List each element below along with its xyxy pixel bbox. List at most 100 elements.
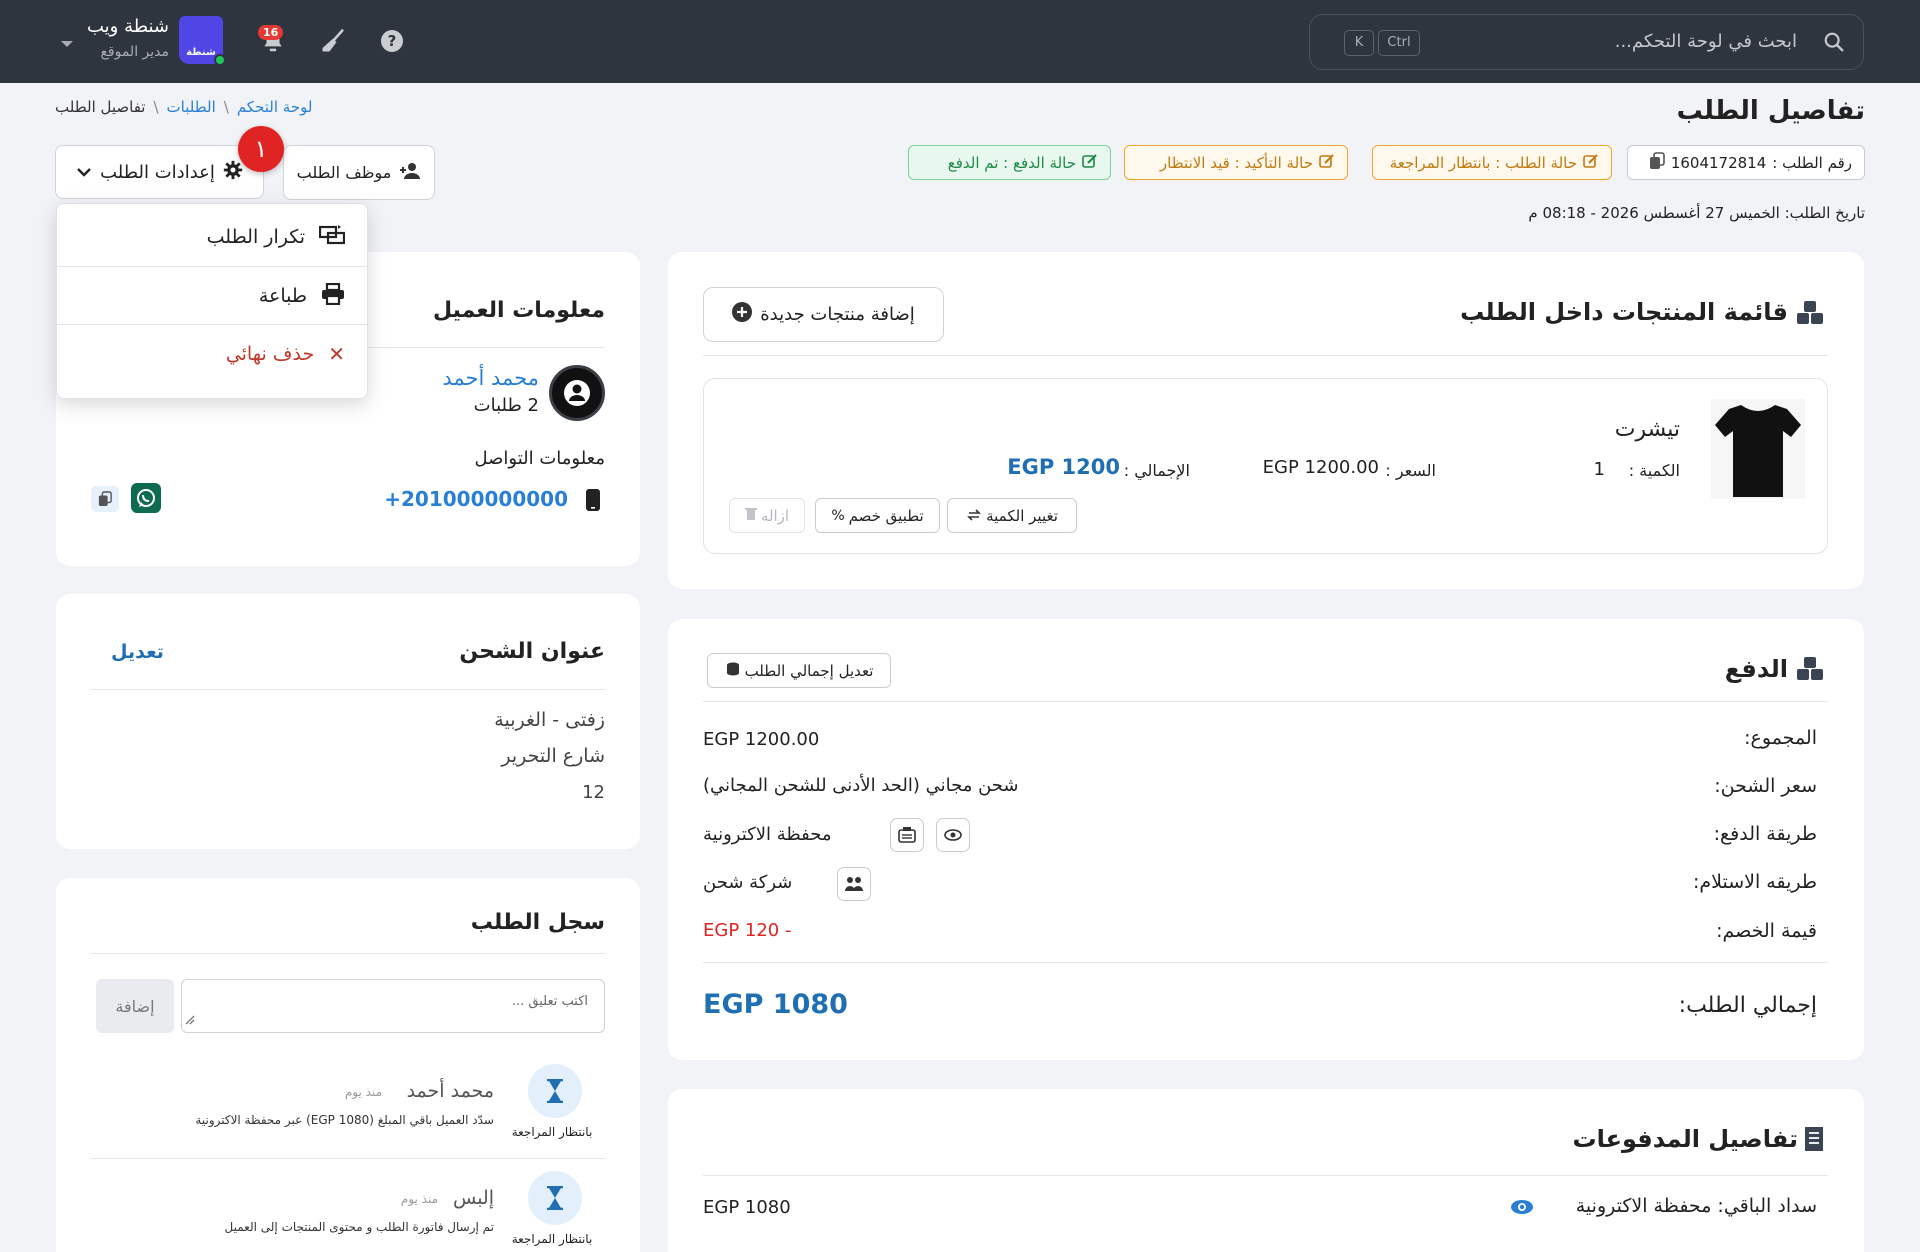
menu-item-delete-permanently[interactable]: ✕ حذف نهائي bbox=[57, 325, 367, 383]
change-quantity-button[interactable]: تغيير الكمية bbox=[947, 498, 1077, 533]
address-line-1: زفتى - الغربية bbox=[494, 709, 605, 731]
order-date: تاريخ الطلب: الخميس 27 أغسطس 2026 - 08:1… bbox=[1528, 204, 1865, 222]
whatsapp-icon[interactable] bbox=[131, 483, 161, 513]
order-total-label: إجمالي الطلب: bbox=[1678, 993, 1817, 1018]
page-title: تفاصيل الطلب bbox=[1676, 96, 1865, 126]
divider bbox=[703, 1175, 1828, 1176]
comment-input[interactable]: اكتب تعليق ... bbox=[181, 979, 605, 1033]
menu-item-duplicate-order[interactable]: تكرار الطلب bbox=[57, 208, 367, 266]
log-text: تم إرسال فاتورة الطلب و محتوى المنتجات إ… bbox=[224, 1220, 494, 1234]
resize-handle-icon[interactable] bbox=[184, 1011, 196, 1030]
hourglass-icon bbox=[528, 1171, 582, 1225]
remove-button[interactable]: ازاله bbox=[729, 498, 805, 533]
swap-icon bbox=[966, 507, 982, 525]
close-icon: ✕ bbox=[328, 342, 345, 366]
remaining-payment-label: سداد الباقي: محفظة الاكترونية bbox=[1575, 1195, 1817, 1217]
order-number: 1604172814 bbox=[1670, 153, 1767, 172]
copy-icon[interactable] bbox=[1649, 151, 1665, 174]
boxes-icon bbox=[1796, 656, 1824, 686]
payment-card: الدفع تعديل إجمالي الطلب المجموع: EGP 12… bbox=[668, 619, 1864, 1060]
divider bbox=[703, 962, 1828, 963]
top-bar: K Ctrl ابحث في لوحة التحكم... ? 16 شنطة … bbox=[0, 0, 1920, 83]
apply-discount-button[interactable]: تطبيق خصم % bbox=[815, 498, 940, 533]
divider bbox=[91, 689, 605, 690]
log-author: إلبس bbox=[452, 1187, 494, 1209]
payment-details-title: تفاصيل المدفوعات bbox=[1572, 1125, 1798, 1153]
total-label: الإجمالي : bbox=[1123, 461, 1190, 480]
mobile-phone-icon bbox=[586, 489, 600, 515]
customer-phone[interactable]: +201000000000 bbox=[384, 487, 568, 511]
breadcrumb-home[interactable]: لوحة التحكم bbox=[237, 98, 313, 116]
order-number-chip: رقم الطلب : 1604172814 bbox=[1627, 145, 1865, 180]
menu-item-print[interactable]: طباعة bbox=[57, 267, 367, 325]
search-bar[interactable]: K Ctrl ابحث في لوحة التحكم... bbox=[1309, 14, 1864, 70]
boxes-icon bbox=[1796, 300, 1824, 330]
order-settings-button[interactable]: إعدادات الطلب bbox=[55, 145, 264, 199]
log-time: منذ يوم bbox=[344, 1085, 382, 1099]
log-status: بانتظار المراجعة bbox=[511, 1232, 593, 1246]
order-status-chip[interactable]: حالة الطلب : بانتظار المراجعة bbox=[1372, 145, 1612, 180]
clear-cache-broom-icon[interactable] bbox=[318, 26, 348, 56]
coins-icon bbox=[725, 662, 741, 680]
brand-logo: شنطة bbox=[179, 16, 226, 66]
confirm-status-chip[interactable]: حالة التأكيد : قيد الانتظار bbox=[1124, 145, 1348, 180]
shipping-label: سعر الشحن: bbox=[1714, 775, 1817, 797]
kbd-k: K bbox=[1344, 30, 1374, 56]
kbd-ctrl: Ctrl bbox=[1378, 30, 1420, 56]
payment-method-value: محفظة الاكترونية bbox=[703, 824, 832, 845]
shipping-company-icon[interactable] bbox=[837, 867, 871, 901]
wallet-icon[interactable] bbox=[890, 818, 924, 852]
payment-title: الدفع bbox=[1724, 655, 1788, 683]
plus-circle-icon bbox=[732, 302, 753, 327]
edit-icon bbox=[1319, 153, 1335, 173]
shipping-address-card: عنوان الشحن تعديل زفتى - الغربية شارع ال… bbox=[56, 594, 640, 849]
user-plus-icon bbox=[399, 162, 421, 184]
edit-icon bbox=[1082, 153, 1098, 173]
breadcrumb: لوحة التحكم\الطلبات\تفاصيل الطلب bbox=[55, 98, 313, 116]
payment-details-card: تفاصيل المدفوعات سداد الباقي: محفظة الاك… bbox=[668, 1089, 1864, 1252]
confirm-status-label: حالة التأكيد : قيد الانتظار bbox=[1159, 153, 1313, 172]
log-time: منذ يوم bbox=[400, 1192, 438, 1206]
customer-title: معلومات العميل bbox=[432, 298, 605, 323]
subtotal-value: EGP 1200.00 bbox=[703, 729, 820, 750]
copy-icon[interactable] bbox=[91, 486, 119, 512]
brand-role: مدير الموقع bbox=[100, 44, 169, 60]
payment-status-chip[interactable]: حالة الدفع : تم الدفع bbox=[908, 145, 1111, 180]
divider bbox=[91, 1158, 605, 1159]
quantity-value: 1 bbox=[1593, 459, 1605, 480]
divider bbox=[703, 355, 1828, 356]
step-number-badge: ١ bbox=[238, 126, 284, 172]
breadcrumb-orders[interactable]: الطلبات bbox=[167, 98, 216, 116]
order-employee-button[interactable]: موظف الطلب bbox=[283, 145, 435, 200]
order-status-label: حالة الطلب : بانتظار المراجعة bbox=[1389, 153, 1577, 172]
customer-name[interactable]: محمد أحمد bbox=[442, 366, 539, 390]
log-author: محمد أحمد bbox=[406, 1080, 494, 1102]
shipping-address-title: عنوان الشحن bbox=[459, 639, 605, 664]
add-comment-button[interactable]: إضافة bbox=[96, 979, 174, 1033]
user-menu-caret-icon[interactable] bbox=[60, 34, 74, 53]
add-products-label: إضافة منتجات جديدة bbox=[760, 304, 915, 325]
delivery-method-label: طريقه الاستلام: bbox=[1692, 871, 1817, 893]
order-settings-label: إعدادات الطلب bbox=[100, 161, 215, 183]
edit-order-total-button[interactable]: تعديل إجمالي الطلب bbox=[707, 653, 891, 688]
breadcrumb-current: تفاصيل الطلب bbox=[55, 98, 146, 116]
help-icon[interactable]: ? bbox=[377, 26, 407, 56]
log-text: سدّد العميل باقي المبلغ (EGP 1080) عبر م… bbox=[195, 1113, 494, 1127]
search-icon bbox=[1823, 31, 1845, 57]
view-eye-icon[interactable] bbox=[1510, 1199, 1534, 1219]
address-line-3: 12 bbox=[582, 782, 605, 803]
hourglass-icon bbox=[528, 1064, 582, 1118]
view-eye-icon[interactable] bbox=[936, 818, 970, 852]
products-card: قائمة المنتجات داخل الطلب إضافة منتجات ج… bbox=[668, 252, 1864, 589]
contact-info-title: معلومات التواصل bbox=[474, 448, 605, 469]
edit-address-link[interactable]: تعديل bbox=[111, 641, 164, 663]
quantity-label: الكمية : bbox=[1628, 461, 1680, 480]
address-line-2: شارع التحرير bbox=[501, 745, 605, 767]
online-status-dot bbox=[214, 54, 226, 66]
notifications-badge: 16 bbox=[258, 25, 284, 40]
remaining-payment-value: EGP 1080 bbox=[703, 1197, 791, 1218]
trash-icon bbox=[744, 507, 757, 525]
add-products-button[interactable]: إضافة منتجات جديدة bbox=[703, 287, 944, 342]
discount-value: EGP 120 - bbox=[703, 920, 792, 941]
product-name: تيشرت bbox=[1614, 417, 1680, 442]
